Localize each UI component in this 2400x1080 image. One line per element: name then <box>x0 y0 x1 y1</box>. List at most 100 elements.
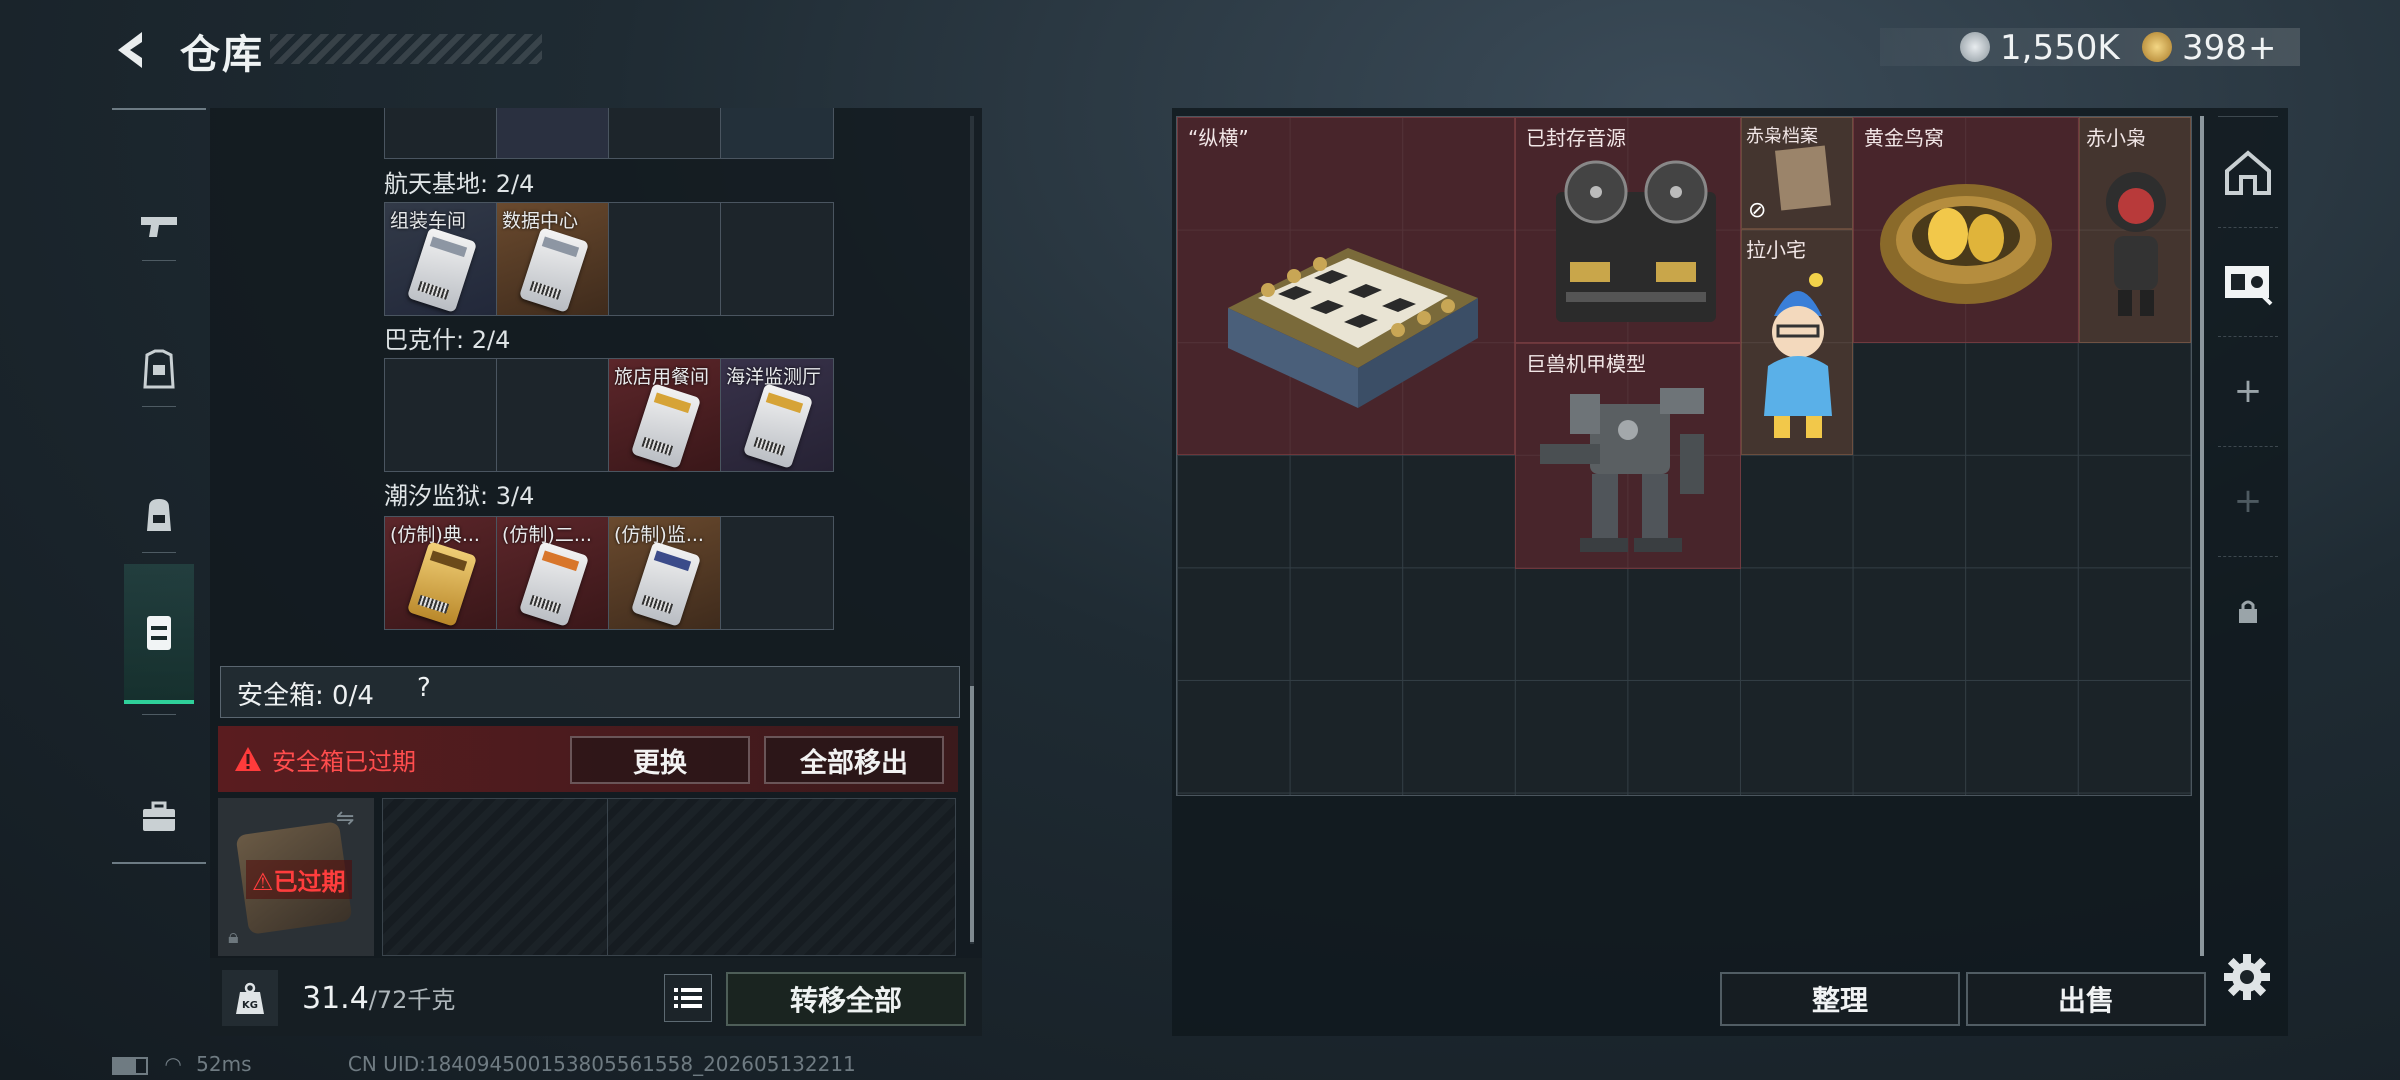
stash-item-reel-recorder[interactable]: 已封存音源 <box>1515 117 1741 343</box>
safe-box-title: 安全箱: 0/4 <box>237 681 374 711</box>
group-grid-bakesh: 旅店用餐间 海洋监测厅 <box>384 358 834 472</box>
warning-text: 安全箱已过期 <box>272 748 416 776</box>
empty-slot[interactable] <box>721 203 833 315</box>
gear-icon[interactable] <box>2222 952 2272 1002</box>
stash-item-red-owl-file[interactable]: 赤枭档案 ⊘ <box>1741 117 1853 229</box>
safe-box-item[interactable]: ⇋ ⚠已过期 🔒︎ <box>218 798 374 956</box>
key-card-slot[interactable]: 海洋监测厅 <box>721 359 833 471</box>
file-icon <box>1775 145 1831 211</box>
svg-text:KG: KG <box>242 1000 258 1011</box>
transfer-all-button[interactable]: 转移全部 <box>726 972 966 1026</box>
backpack-icon <box>147 499 171 531</box>
warning-icon <box>235 747 261 771</box>
nav-weapon[interactable] <box>112 156 206 298</box>
expired-badge: ⚠已过期 <box>246 860 352 899</box>
chess-board-icon <box>1228 248 1478 408</box>
safe-box-header: 安全箱: 0/4 ? <box>220 666 960 718</box>
battery-icon <box>112 1056 148 1075</box>
add-stash-tab[interactable]: + <box>2218 336 2278 447</box>
uid-text: CN UID:18409450015380556​1558_2026051322… <box>347 1052 856 1076</box>
gold-amount: 398 <box>2182 28 2247 68</box>
left-scroll-thumb[interactable] <box>970 686 974 942</box>
armor-icon <box>143 349 175 389</box>
golden-nest-icon <box>1880 184 2052 304</box>
help-icon[interactable]: ? <box>417 673 431 703</box>
empty-slot[interactable] <box>609 203 721 315</box>
safe-box-warning: 安全箱已过期 更换 全部移出 <box>218 726 958 792</box>
remove-all-button[interactable]: 全部移出 <box>764 736 944 784</box>
group-label-aerospace: 航天基地: 2/4 <box>384 170 535 198</box>
list-view-button[interactable] <box>664 974 712 1022</box>
silver-coin-icon <box>1960 32 1990 62</box>
stash-page-tabs: + + <box>2218 116 2278 676</box>
partial-item-row <box>384 108 834 159</box>
group-label-bakesh: 巴克什: 2/4 <box>384 326 511 354</box>
sell-button[interactable]: 出售 <box>1966 972 2206 1026</box>
briefcase-icon <box>143 801 175 831</box>
stash-item-mech-model[interactable]: 巨兽机甲模型 <box>1515 343 1741 569</box>
group-grid-aerospace: 组装车间 数据中心 <box>384 202 834 316</box>
silver-amount: 1,550K <box>2000 28 2120 68</box>
nav-case[interactable] <box>112 746 206 888</box>
stash-item-figure[interactable]: 拉小宅 <box>1741 229 1853 455</box>
mech-model-icon <box>1540 388 1704 552</box>
key-card-slot[interactable]: 组装车间 <box>385 203 497 315</box>
stash-home-icon <box>2225 150 2271 195</box>
pistol-icon <box>141 217 177 237</box>
lock-icon: 🔒︎ <box>228 924 239 948</box>
gold-coin-icon <box>2142 32 2172 62</box>
stash-item-golden-nest[interactable]: 黄金鸟窝 <box>1853 117 2079 343</box>
back-button[interactable] <box>112 28 156 72</box>
reel-recorder-icon <box>1556 160 1716 322</box>
currency-bar: 1,550K 398 + <box>1880 28 2300 68</box>
collection-icon <box>2225 266 2273 306</box>
weight-readout: 31.4/72千克 <box>302 981 456 1016</box>
safe-box-area: ⇋ ⚠已过期 🔒︎ <box>218 798 956 956</box>
key-card-icon <box>406 227 478 313</box>
empty-slot[interactable] <box>385 359 497 471</box>
sort-button[interactable]: 整理 <box>1720 972 1960 1026</box>
key-card-icon <box>518 227 590 313</box>
stash-scroll-thumb[interactable] <box>2200 116 2204 956</box>
key-card-slot[interactable]: 旅店用餐间 <box>609 359 721 471</box>
page-title: 仓库 <box>180 32 264 78</box>
key-card-icon <box>630 383 702 469</box>
safe-box-slots <box>382 798 956 956</box>
key-card-slot[interactable]: (仿制)监... <box>609 517 721 629</box>
stash-tab-1[interactable] <box>2218 116 2278 228</box>
key-card-slot[interactable]: 数据中心 <box>497 203 609 315</box>
chest-rig-icon <box>147 616 171 650</box>
replace-button[interactable]: 更换 <box>570 736 750 784</box>
nav-armor[interactable] <box>112 298 206 440</box>
add-currency-button[interactable]: + <box>2248 28 2277 68</box>
locked-stash-tab[interactable] <box>2218 556 2278 666</box>
stash-tab-2[interactable] <box>2218 226 2278 337</box>
stash-item-chess[interactable]: “纵横” <box>1177 117 1515 455</box>
add-stash-tab-disabled: + <box>2218 446 2278 557</box>
stash-grid: “纵横” 已封存音源 赤枭档案 ⊘ 黄金鸟窝 赤小枭 拉小宅 巨兽机甲模型 <box>1176 116 2192 796</box>
ping-text: 52ms <box>196 1052 252 1076</box>
key-card-slot[interactable]: (仿制)二... <box>497 517 609 629</box>
empty-slot[interactable] <box>497 359 609 471</box>
key-card-slot[interactable]: (仿制)典... <box>385 517 497 629</box>
key-card-icon <box>742 383 814 469</box>
back-arrow-icon <box>118 32 142 68</box>
nav-chest-rig[interactable] <box>124 564 194 704</box>
status-bar: ◠ 52ms CN UID:18409450015380556​1558_202… <box>112 1052 856 1076</box>
lock-icon <box>2239 600 2257 623</box>
stash-item-red-owl-doll[interactable]: 赤小枭 <box>2079 117 2191 343</box>
weight-icon: KG <box>222 970 278 1026</box>
wifi-icon: ◠ <box>164 1052 182 1076</box>
no-drop-icon: ⊘ <box>1748 198 1767 223</box>
list-icon <box>674 988 702 1008</box>
category-nav <box>112 108 206 864</box>
weight-bar: KG 31.4/72千克 转移全部 <box>210 958 982 1036</box>
empty-slot[interactable] <box>721 517 833 629</box>
doll-icon <box>2106 172 2166 316</box>
figure-icon <box>1764 273 1832 438</box>
key-card-icon <box>518 541 590 627</box>
swap-icon[interactable]: ⇋ <box>336 806 354 831</box>
title-decoration <box>270 34 542 64</box>
group-grid-tide-prison: (仿制)典... (仿制)二... (仿制)监... <box>384 516 834 630</box>
key-card-icon <box>630 541 702 627</box>
